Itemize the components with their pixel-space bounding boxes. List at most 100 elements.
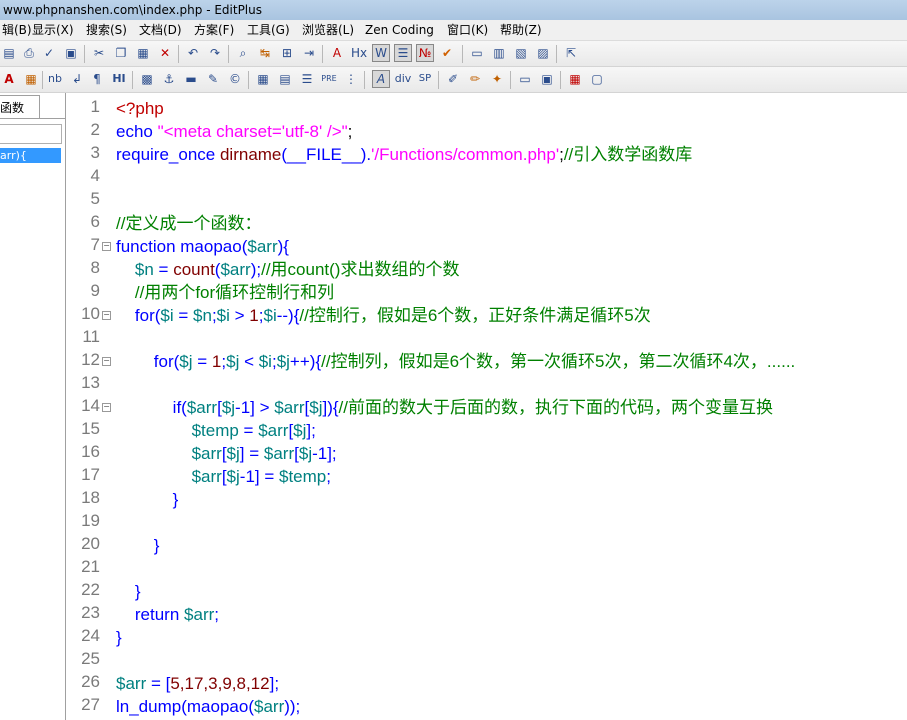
copyright-icon[interactable]: © xyxy=(226,70,244,88)
line-number: 1 xyxy=(90,97,100,116)
menu-search[interactable]: 搜索(S) xyxy=(84,20,129,41)
tab-functions[interactable]: 函数 xyxy=(0,95,40,119)
print-preview-icon[interactable]: ▣ xyxy=(62,44,80,62)
delete-icon[interactable]: ✕ xyxy=(156,44,174,62)
variable: $temp xyxy=(279,467,327,486)
list-icon[interactable]: ☰ xyxy=(298,70,316,88)
menu-help[interactable]: 帮助(Z) xyxy=(498,20,544,41)
replace-icon[interactable]: ↹ xyxy=(256,44,274,62)
comment-icon[interactable]: ✎ xyxy=(204,70,222,88)
check-icon[interactable]: ✔ xyxy=(438,44,456,62)
goto-line-icon[interactable]: ⇥ xyxy=(300,44,318,62)
line-number-icon[interactable]: № xyxy=(416,44,434,62)
auto-complete-icon[interactable]: A xyxy=(372,70,390,88)
line-number: 23 xyxy=(81,603,100,622)
keyword: function xyxy=(116,237,181,256)
window-list-icon[interactable]: ▭ xyxy=(468,44,486,62)
menu-edit[interactable]: 辑(B) xyxy=(0,20,34,41)
font-color-icon[interactable]: A xyxy=(0,70,18,88)
operator: = xyxy=(238,421,259,440)
div-icon[interactable]: div xyxy=(394,70,412,88)
style-icon[interactable]: ✏ xyxy=(466,70,484,88)
unordered-list-icon[interactable]: ⋮ xyxy=(342,70,360,88)
code-line-6: //定义成一个函数： xyxy=(116,214,262,233)
constant: (__FILE__). xyxy=(281,145,372,164)
print-icon[interactable]: ⎙ xyxy=(20,44,38,62)
new-file-icon[interactable]: ▤ xyxy=(0,44,18,62)
cascade-icon[interactable]: ▧ xyxy=(512,44,530,62)
comment: //控制列，假如是6个数，第一次循环5次，第二次循环4次，...... xyxy=(321,352,796,371)
anchor-icon[interactable]: ⚓ xyxy=(160,70,178,88)
edit-tag-icon[interactable]: ✐ xyxy=(444,70,462,88)
punct: ++){ xyxy=(289,352,322,371)
fold-toggle-icon[interactable]: − xyxy=(102,311,111,320)
menu-window[interactable]: 窗口(K) xyxy=(445,20,490,41)
fold-toggle-icon[interactable]: − xyxy=(102,403,111,412)
menu-project[interactable]: 方案(F) xyxy=(192,20,236,41)
variable: $j xyxy=(226,467,240,486)
code-editor[interactable]: <?php echo "<meta charset='utf-8' />"; r… xyxy=(116,93,907,720)
heading-label: HI xyxy=(112,72,126,85)
function-list-item[interactable]: arr){ xyxy=(0,148,61,163)
menu-tools[interactable]: 工具(G) xyxy=(245,20,292,41)
operator: -1] > xyxy=(235,398,275,417)
preview-icon[interactable]: ▢ xyxy=(588,70,606,88)
menu-view[interactable]: 显示(X) xyxy=(30,20,76,41)
line-number: 18 xyxy=(81,488,100,507)
spellcheck-icon[interactable]: ✓ xyxy=(40,44,58,62)
fold-toggle-icon[interactable]: − xyxy=(102,357,111,366)
undo-icon[interactable]: ↶ xyxy=(184,44,202,62)
table-icon[interactable]: ▦ xyxy=(254,70,272,88)
variable: $arr xyxy=(184,605,215,624)
copy-icon[interactable]: ❐ xyxy=(112,44,130,62)
code-line-27: ln_dump(maopao($arr)); xyxy=(116,695,300,718)
function-name: ln_dump xyxy=(116,697,182,716)
toolbar-separator xyxy=(84,45,85,63)
menu-zen-coding[interactable]: Zen Coding xyxy=(363,20,436,41)
frame-icon[interactable]: ▣ xyxy=(538,70,556,88)
paragraph-icon[interactable]: ¶ xyxy=(88,70,106,88)
form-icon[interactable]: ▤ xyxy=(276,70,294,88)
menu-document[interactable]: 文档(D) xyxy=(137,20,184,41)
line-number: 4 xyxy=(90,166,100,185)
line-break-icon[interactable]: ↲ xyxy=(68,70,86,88)
pre-icon[interactable]: PRE xyxy=(320,70,338,88)
browser-icon[interactable]: ▨ xyxy=(534,44,552,62)
fold-toggle-icon[interactable]: − xyxy=(102,242,111,251)
font-icon[interactable]: A xyxy=(328,44,346,62)
toolbar-settings-icon[interactable]: ▦ xyxy=(566,70,584,88)
span-icon[interactable]: SP xyxy=(416,70,434,88)
image-icon[interactable]: ▩ xyxy=(138,70,156,88)
layer-icon[interactable]: ▭ xyxy=(516,70,534,88)
operator: = xyxy=(173,306,194,325)
paste-icon[interactable]: ▦ xyxy=(134,44,152,62)
object-icon[interactable]: ✦ xyxy=(488,70,506,88)
keyword: if( xyxy=(116,398,187,417)
function-filter-input[interactable] xyxy=(0,124,62,144)
div-label: div xyxy=(394,72,412,85)
heading-icon[interactable]: HI xyxy=(110,70,128,88)
hx-icon[interactable]: Hx xyxy=(350,44,368,62)
menu-browser[interactable]: 浏览器(L) xyxy=(300,20,356,41)
color-picker-icon[interactable]: ▦ xyxy=(22,70,40,88)
variable: $temp xyxy=(191,421,239,440)
toolbar-separator xyxy=(364,71,365,89)
code-line-12: for($j = 1;$j < $i;$j++){//控制列，假如是6个数，第一… xyxy=(116,350,796,373)
nbsp-icon[interactable]: nb xyxy=(46,70,64,88)
variable: $i xyxy=(160,306,174,325)
help-pointer-icon[interactable]: ⇱ xyxy=(562,44,580,62)
horizontal-rule-icon[interactable]: ▬ xyxy=(182,70,200,88)
variable: $arr xyxy=(191,444,222,463)
cut-icon[interactable]: ✂ xyxy=(90,44,108,62)
function-name: count xyxy=(173,260,215,279)
variable: $arr xyxy=(116,674,147,693)
word-wrap-icon[interactable]: W xyxy=(372,44,390,62)
redo-icon[interactable]: ↷ xyxy=(206,44,224,62)
find-icon[interactable]: ⌕ xyxy=(234,44,252,62)
find-in-files-icon[interactable]: ⊞ xyxy=(278,44,296,62)
tile-icon[interactable]: ▥ xyxy=(490,44,508,62)
ruler-icon[interactable]: ☰ xyxy=(394,44,412,62)
code-line-1: <?php xyxy=(116,97,164,120)
